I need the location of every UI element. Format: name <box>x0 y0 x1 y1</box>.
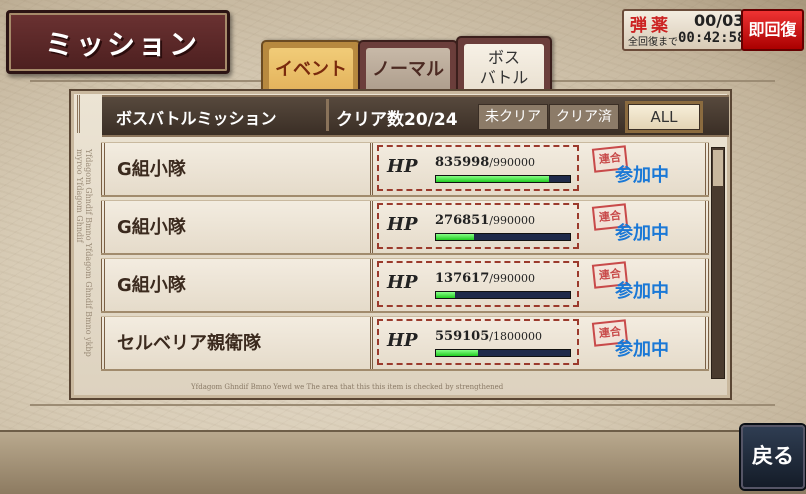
hp-cell: HP 137617/990000 <box>377 261 579 307</box>
status-label: 参加中 <box>615 339 669 360</box>
panel-title: ボスバトルミッション <box>116 109 277 128</box>
status-cell: 連合 参加中 <box>585 317 709 369</box>
mission-name: G組小隊 <box>117 217 186 238</box>
list-item[interactable]: G組小隊 HP 276851/990000 連合 参加中 <box>101 200 709 255</box>
hp-current: 276851 <box>435 213 490 228</box>
status-label: 参加中 <box>615 223 669 244</box>
status-label: 参加中 <box>615 281 669 302</box>
header-ornament-left <box>77 95 102 133</box>
tab-boss-battle[interactable]: ボス バトル <box>456 36 552 96</box>
mission-panel: ボスバトルミッション クリア数20/24 未クリア クリア済 ALL Yfdag… <box>69 89 732 400</box>
recover-label: 全回復まで <box>628 37 678 48</box>
filter-cleared-button[interactable]: クリア済 <box>549 104 619 130</box>
mission-name: G組小隊 <box>117 159 186 180</box>
hp-bar-fill <box>436 234 474 240</box>
page-title: ミッション <box>45 28 201 61</box>
hp-icon: HP <box>387 156 418 177</box>
filter-all-button[interactable]: ALL <box>625 101 703 133</box>
tab-event-label: イベント <box>269 48 353 92</box>
hp-current: 137617 <box>435 271 490 286</box>
back-button[interactable]: 戻る <box>741 425 805 489</box>
hp-bar <box>435 349 571 357</box>
instant-recover-button[interactable]: 即回復 <box>741 9 804 51</box>
hp-icon: HP <box>387 330 418 351</box>
scrollbar-thumb[interactable] <box>713 150 723 186</box>
hp-max: /990000 <box>489 214 535 227</box>
tab-normal-label: ノーマル <box>366 48 450 92</box>
hp-text: 835998/990000 <box>435 155 535 170</box>
hp-icon: HP <box>387 272 418 293</box>
mission-screen: ミッション 弾薬 00/03 全回復まで 00:42:58 即回復 イベント ノ… <box>0 0 806 494</box>
hp-current: 559105 <box>435 329 490 344</box>
status-label: 参加中 <box>615 165 669 186</box>
hp-max: /990000 <box>489 156 535 169</box>
hp-bar-fill <box>436 292 455 298</box>
hp-bar <box>435 291 571 299</box>
mission-name: セルベリア親衛隊 <box>117 333 261 354</box>
footer-decoration-text: Yfdagom Ghndif Bmno Yewd we The area tha… <box>191 383 504 391</box>
hp-cell: HP 559105/1800000 <box>377 319 579 365</box>
status-cell: 連合 参加中 <box>585 201 709 253</box>
tab-boss-label: ボス バトル <box>464 44 544 94</box>
ammo-counter: 弾薬 00/03 全回復まで 00:42:58 <box>622 9 746 51</box>
title-plate: ミッション <box>6 10 230 74</box>
margin-decoration-text: Yfdagom Ghndif Bmno Yfdagom Ghndif Bmno … <box>75 149 93 357</box>
hp-current: 835998 <box>435 155 490 170</box>
hp-bar-fill <box>436 350 478 356</box>
ammo-value: 00/03 <box>694 11 745 30</box>
mission-name-cell: G組小隊 <box>101 259 373 311</box>
filter-uncleared-button[interactable]: 未クリア <box>478 104 548 130</box>
tab-boss-label-line1: ボス <box>487 48 520 67</box>
mission-name-cell: G組小隊 <box>101 201 373 253</box>
mission-name-cell: G組小隊 <box>101 143 373 195</box>
hp-text: 137617/990000 <box>435 271 535 286</box>
list-item[interactable]: G組小隊 HP 835998/990000 連合 参加中 <box>101 142 709 197</box>
hp-icon: HP <box>387 214 418 235</box>
bottom-bar <box>0 430 806 494</box>
tab-event[interactable]: イベント <box>261 40 361 94</box>
hp-cell: HP 835998/990000 <box>377 145 579 191</box>
status-cell: 連合 参加中 <box>585 143 709 195</box>
tab-normal[interactable]: ノーマル <box>358 40 458 94</box>
hp-bar <box>435 233 571 241</box>
mission-name-cell: セルベリア親衛隊 <box>101 317 373 369</box>
tab-boss-label-line2: バトル <box>479 68 529 87</box>
status-cell: 連合 参加中 <box>585 259 709 311</box>
header-divider <box>326 99 329 131</box>
hp-max: /1800000 <box>489 330 542 343</box>
hp-text: 559105/1800000 <box>435 329 542 344</box>
clear-count: クリア数20/24 <box>336 110 458 130</box>
hp-bar-fill <box>436 176 550 182</box>
hp-bar <box>435 175 571 183</box>
list-item[interactable]: セルベリア親衛隊 HP 559105/1800000 連合 参加中 <box>101 316 709 371</box>
mission-name: G組小隊 <box>117 275 186 296</box>
hp-max: /990000 <box>489 272 535 285</box>
recover-timer: 00:42:58 <box>678 30 746 46</box>
hp-cell: HP 276851/990000 <box>377 203 579 249</box>
list-item[interactable]: G組小隊 HP 137617/990000 連合 参加中 <box>101 258 709 313</box>
panel-header: ボスバトルミッション クリア数20/24 未クリア クリア済 ALL <box>102 95 729 137</box>
list-scrollbar[interactable] <box>711 147 725 379</box>
hp-text: 276851/990000 <box>435 213 535 228</box>
